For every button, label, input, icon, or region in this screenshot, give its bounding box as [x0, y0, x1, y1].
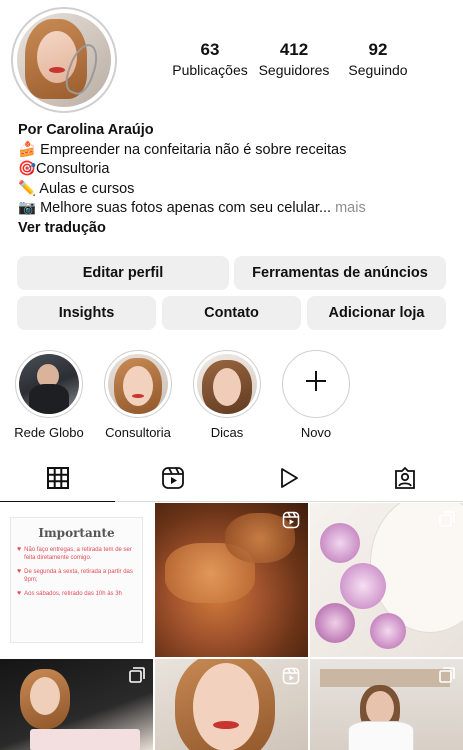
highlight-label: Dicas	[210, 425, 244, 440]
post-grid: Importante ♥ Não faço entregas, a retirad…	[0, 503, 463, 750]
add-shop-button[interactable]: Adicionar loja	[307, 296, 446, 330]
stat-following-label: Seguindo	[348, 62, 408, 78]
plus-icon	[304, 369, 328, 399]
insights-button[interactable]: Insights	[17, 296, 156, 330]
profile-tabs	[0, 460, 463, 502]
notice-line: De segunda à sexta, retirada a partir da…	[24, 569, 133, 583]
highlight-label: Rede Globo	[14, 425, 84, 440]
profile-name: Por Carolina Araújo	[18, 122, 154, 138]
play-icon	[278, 467, 300, 494]
highlight-rede-globo[interactable]: Rede Globo	[11, 350, 87, 440]
heart-icon: ♥	[17, 546, 22, 553]
edit-profile-button[interactable]: Editar perfil	[17, 256, 229, 290]
multi-photo-badge-icon	[439, 511, 455, 532]
ad-tools-button[interactable]: Ferramentas de anúncios	[234, 256, 446, 290]
highlight-thumbnail	[108, 354, 168, 414]
profile-avatar[interactable]	[11, 7, 117, 113]
highlight-label: Novo	[300, 425, 332, 440]
highlight-thumbnail	[19, 354, 79, 414]
post-tile[interactable]	[310, 503, 463, 657]
highlight-consultoria[interactable]: Consultoria	[100, 350, 176, 440]
highlight-thumbnail	[197, 354, 257, 414]
tab-videos[interactable]	[231, 460, 347, 501]
grid-icon	[46, 467, 69, 494]
bio-line-last: 📷 Melhore suas fotos apenas com seu celu…	[18, 199, 448, 219]
reels-icon	[161, 466, 185, 495]
stat-followers-label: Seguidores	[258, 62, 330, 78]
tab-posts-grid[interactable]	[0, 460, 115, 502]
post-tile[interactable]	[155, 659, 308, 750]
multi-photo-badge-icon	[129, 667, 145, 688]
stat-following-value: 92	[368, 40, 388, 59]
see-translation-link[interactable]: Ver tradução	[18, 219, 448, 239]
notice-line: Não faço entregas, a retirada tem de ser…	[24, 547, 132, 561]
stat-followers-value: 412	[279, 40, 309, 59]
bio-line: 🍰 Empreender na confeitaria não é sobre …	[18, 141, 347, 158]
bio-more-link[interactable]: mais	[335, 200, 366, 216]
avatar-photo	[17, 13, 111, 107]
bio-line: 📷 Melhore suas fotos apenas com seu celu…	[18, 200, 332, 216]
stat-followers[interactable]: 412 Seguidores	[252, 40, 336, 78]
stat-posts-label: Publicações	[172, 62, 248, 78]
reels-badge-icon	[282, 511, 300, 534]
post-tile[interactable]	[0, 659, 153, 750]
stat-posts-value: 63	[200, 40, 220, 59]
tagged-icon	[393, 466, 417, 495]
post-tile[interactable]: Importante ♥ Não faço entregas, a retirad…	[0, 503, 153, 657]
post-tile[interactable]	[155, 503, 308, 657]
reels-badge-icon	[282, 667, 300, 690]
highlight-new[interactable]: Novo	[278, 350, 354, 440]
heart-icon: ♥	[17, 590, 22, 597]
highlight-dicas[interactable]: Dicas	[189, 350, 265, 440]
multi-photo-badge-icon	[439, 667, 455, 688]
notice-line: Aos sábados, retirado das 10h às 3h	[24, 591, 122, 597]
bio-line: 🎯Consultoria	[18, 161, 110, 177]
tab-tagged[interactable]	[347, 460, 463, 501]
heart-icon: ♥	[17, 568, 22, 575]
tab-reels[interactable]	[115, 460, 231, 501]
notice-card: Importante ♥ Não faço entregas, a retirad…	[10, 517, 143, 643]
notice-title: Importante	[38, 526, 115, 540]
highlight-label: Consultoria	[105, 425, 171, 440]
profile-stats: 63 Publicações 412 Seguidores 92 Seguind…	[168, 40, 420, 78]
profile-bio: Por Carolina Araújo 🍰 Empreender na conf…	[18, 121, 448, 238]
post-tile[interactable]	[310, 659, 463, 750]
stat-posts[interactable]: 63 Publicações	[168, 40, 252, 78]
stat-following[interactable]: 92 Seguindo	[336, 40, 420, 78]
bio-line: ✏️ Aulas e cursos	[18, 180, 135, 197]
contact-button[interactable]: Contato	[162, 296, 301, 330]
